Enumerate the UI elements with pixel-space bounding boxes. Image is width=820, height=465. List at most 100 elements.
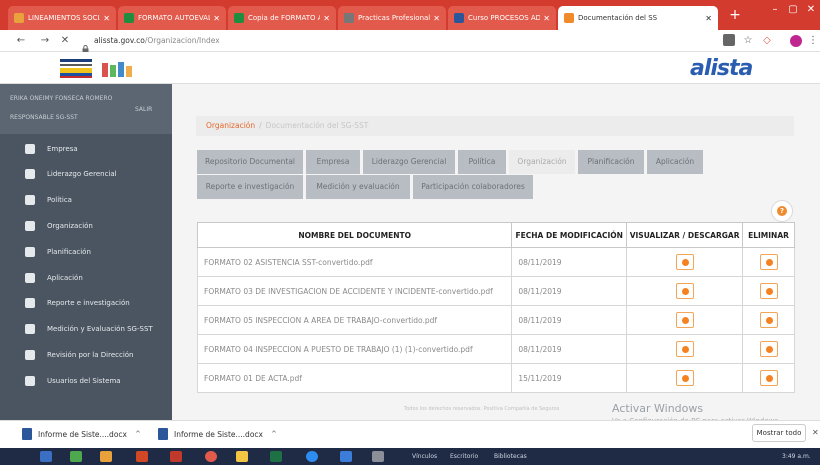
breadcrumb-link[interactable]: Organización: [206, 121, 255, 130]
menu-icon[interactable]: ⋮: [806, 34, 820, 48]
modified-date: 08/11/2019: [511, 305, 628, 335]
stop-icon[interactable]: ✕: [58, 34, 72, 48]
page-tab[interactable]: Liderazgo Gerencial: [363, 150, 455, 174]
browser-tab[interactable]: Documentación del SS ✕: [558, 6, 718, 30]
browser-tab-label: Practicas Profesionales: [358, 14, 431, 22]
modified-date: 08/11/2019: [511, 247, 628, 277]
sidebar-item[interactable]: Liderazgo Gerencial: [0, 161, 172, 187]
download-item[interactable]: Informe de Siste....docx ^: [22, 428, 141, 440]
browser-tab[interactable]: Practicas Profesionales ✕: [338, 6, 446, 30]
documents-table: NOMBRE DEL DOCUMENTO FECHA DE MODIFICACI…: [196, 222, 795, 393]
page-tab[interactable]: Aplicación: [647, 150, 703, 174]
sidebar-item[interactable]: Revisión por la Dirección: [0, 342, 172, 368]
word-file-icon: [22, 428, 32, 440]
trash-icon: [765, 288, 773, 295]
logout-link[interactable]: SALIR: [135, 106, 152, 113]
download-item[interactable]: Informe de Siste....docx ^: [158, 428, 277, 440]
browser-tab-label: Copia de FORMATO AU: [248, 14, 321, 22]
document-name[interactable]: FORMATO 04 INSPECCION A PUESTO DE TRABAJ…: [196, 334, 513, 364]
delete-button[interactable]: [759, 341, 778, 357]
extension-2-icon[interactable]: ◇: [760, 34, 774, 48]
close-tab-icon[interactable]: ✕: [705, 14, 712, 23]
document-name[interactable]: FORMATO 02 ASISTENCIA SST-convertido.pdf: [196, 247, 513, 277]
browser-tab[interactable]: FORMATO AUTOEVALU ✕: [118, 6, 226, 30]
page-tab[interactable]: Medición y evaluación: [306, 175, 410, 199]
new-tab-button[interactable]: +: [728, 8, 742, 22]
site-icon: [564, 13, 574, 23]
chevron-up-icon[interactable]: ^: [135, 430, 141, 438]
view-download-button[interactable]: [675, 283, 694, 299]
star-icon[interactable]: ☆: [741, 34, 755, 48]
page-tab[interactable]: Empresa: [306, 150, 360, 174]
delete-button[interactable]: [759, 312, 778, 328]
chrome-icon[interactable]: [205, 451, 217, 462]
taskbar-app-icon[interactable]: [70, 451, 82, 462]
page-tab[interactable]: Política: [458, 150, 506, 174]
back-icon[interactable]: ←: [14, 34, 28, 48]
browser-tab[interactable]: LINEAMIENTOS SOCIAL ✕: [8, 6, 116, 30]
sidebar-item[interactable]: Aplicación: [0, 265, 172, 291]
excel-icon[interactable]: [270, 451, 282, 462]
sidebar-item[interactable]: Política: [0, 187, 172, 213]
close-tab-icon[interactable]: ✕: [213, 14, 220, 23]
sheets-icon: [234, 13, 244, 23]
forward-icon[interactable]: →: [38, 34, 52, 48]
view-cell: [626, 363, 744, 393]
delete-button[interactable]: [759, 370, 778, 386]
page-tab[interactable]: Reporte e investigación: [197, 175, 303, 199]
sidebar-item-label: Organización: [47, 222, 93, 230]
browser-tab[interactable]: Curso PROCESOS ADM ✕: [448, 6, 556, 30]
page-tab[interactable]: Planificación: [578, 150, 644, 174]
sidebar-item[interactable]: Planificación: [0, 239, 172, 265]
sidebar-item[interactable]: Reporte e investigación: [0, 290, 172, 316]
document-name[interactable]: FORMATO 01 DE ACTA.pdf: [196, 363, 513, 393]
show-all-downloads-button[interactable]: Mostrar todo: [752, 424, 806, 442]
close-window-button[interactable]: ✕: [802, 4, 820, 15]
taskbar-app-icon[interactable]: [372, 451, 384, 462]
page-tab[interactable]: Organización: [509, 150, 575, 174]
taskbar-app-icon[interactable]: [100, 451, 112, 462]
sidebar-item-label: Revisión por la Dirección: [47, 351, 134, 359]
sidebar-item[interactable]: Organización: [0, 213, 172, 239]
close-tab-icon[interactable]: ✕: [103, 14, 110, 23]
taskbar-app-icon[interactable]: [40, 451, 52, 462]
document-name[interactable]: FORMATO 05 INSPECCION A AREA DE TRABAJO-…: [196, 305, 513, 335]
sidebar-item[interactable]: Medición y Evaluación SG-SST: [0, 316, 172, 342]
close-downloads-icon[interactable]: ✕: [812, 428, 819, 437]
help-button[interactable]: ?: [771, 200, 793, 222]
maximize-button[interactable]: ▢: [784, 4, 802, 15]
profile-avatar[interactable]: [790, 35, 802, 47]
taskbar-toolbar-libraries[interactable]: Bibliotecas: [494, 453, 527, 460]
page-tab[interactable]: Participación colaboradores: [413, 175, 533, 199]
browser-tab[interactable]: Copia de FORMATO AU ✕: [228, 6, 336, 30]
taskbar-app-icon[interactable]: [136, 451, 148, 462]
sidebar-item[interactable]: Empresa: [0, 136, 172, 162]
government-logo: [58, 56, 94, 80]
chevron-up-icon[interactable]: ^: [271, 430, 277, 438]
view-download-button[interactable]: [675, 254, 694, 270]
view-download-button[interactable]: [675, 312, 694, 328]
document-name[interactable]: FORMATO 03 DE INVESTIGACION DE ACCIDENTE…: [196, 276, 513, 306]
close-tab-icon[interactable]: ✕: [433, 14, 440, 23]
sidebar-item-label: Política: [47, 196, 72, 204]
view-download-button[interactable]: [675, 370, 694, 386]
sidebar-item[interactable]: Usuarios del Sistema: [0, 368, 172, 394]
taskbar-app-icon[interactable]: [170, 451, 182, 462]
page-tab[interactable]: Repositorio Documental: [197, 150, 303, 174]
minimize-button[interactable]: –: [766, 4, 784, 15]
extension-icon[interactable]: [723, 34, 735, 46]
delete-button[interactable]: [759, 283, 778, 299]
trash-icon: [765, 346, 773, 353]
taskbar-toolbar-links[interactable]: Vínculos: [412, 453, 437, 460]
folder-icon[interactable]: [236, 451, 248, 462]
close-tab-icon[interactable]: ✕: [323, 14, 330, 23]
taskbar-app-icon[interactable]: [340, 451, 352, 462]
delete-button[interactable]: [759, 254, 778, 270]
url-input[interactable]: alissta.gov.co/Organizacion/Index: [94, 36, 220, 45]
taskbar-toolbar-desktop[interactable]: Escritorio: [450, 453, 478, 460]
close-tab-icon[interactable]: ✕: [543, 14, 550, 23]
column-header-delete: ELIMINAR: [742, 222, 795, 248]
view-cell: [626, 276, 744, 306]
browser-icon[interactable]: [306, 451, 318, 462]
view-download-button[interactable]: [675, 341, 694, 357]
